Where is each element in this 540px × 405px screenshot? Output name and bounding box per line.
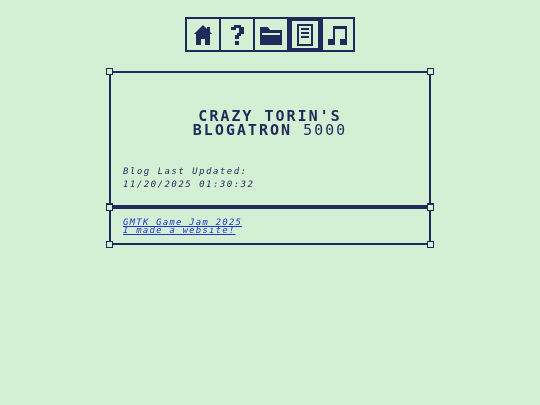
folder-button[interactable] [253, 17, 287, 52]
post-list: GMTK Game Jam 2025 I made a website! [123, 219, 242, 236]
title-blogatron: BLOGATRON [192, 121, 293, 139]
panel-corner [427, 68, 434, 75]
last-updated-label: Blog Last Updated: [123, 167, 248, 177]
music-note-icon [328, 25, 347, 45]
panel-corner [427, 204, 434, 211]
page-title: CRAZY TORIN'S BLOGATRON 5000 [111, 109, 429, 139]
posts-panel: GMTK Game Jam 2025 I made a website! [106, 204, 434, 248]
post-link-made-website[interactable]: I made a website! [123, 227, 242, 236]
document-button[interactable] [287, 17, 321, 52]
help-icon [231, 24, 244, 45]
title-line-2: BLOGATRON 5000 [111, 121, 429, 139]
folder-icon [260, 26, 282, 45]
last-updated-timestamp: 11/20/2025 01:30:32 [123, 180, 255, 190]
help-button[interactable] [219, 17, 253, 52]
panel-corner [106, 68, 113, 75]
panel-corner [106, 241, 113, 248]
title-version: 5000 [292, 121, 348, 139]
header-panel: CRAZY TORIN'S BLOGATRON 5000 Blog Last U… [106, 68, 434, 210]
panel-corner [106, 204, 113, 211]
music-button[interactable] [321, 17, 355, 52]
home-button[interactable] [185, 17, 219, 52]
panel-corner [427, 241, 434, 248]
document-icon [297, 23, 313, 46]
home-icon [194, 24, 212, 45]
top-nav-toolbar [185, 17, 355, 52]
